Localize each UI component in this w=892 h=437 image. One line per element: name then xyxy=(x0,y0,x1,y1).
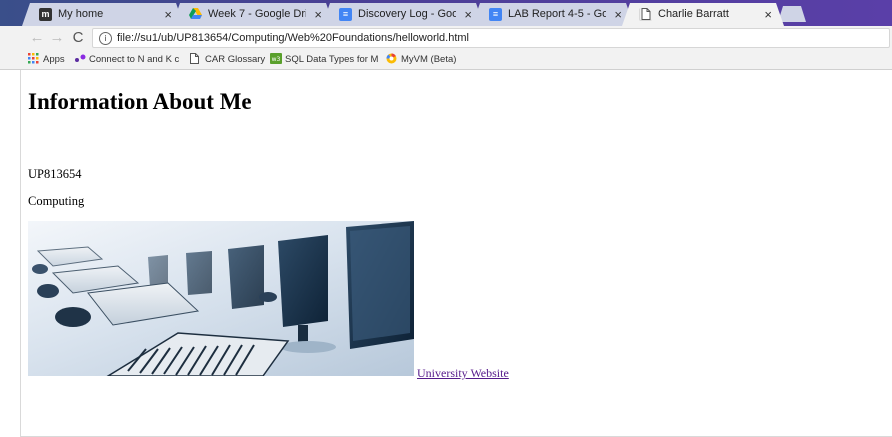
url-text[interactable]: file://su1/ub/UP813654/Computing/Web%20F… xyxy=(117,29,469,47)
bookmark-connect[interactable]: Connect to N and K c xyxy=(74,50,179,69)
tab-week7-drive[interactable]: Week 7 - Google Drive × xyxy=(172,3,334,26)
bookmark-label: CAR Glossary xyxy=(205,54,266,65)
tab-my-home[interactable]: m My home × xyxy=(22,3,184,26)
new-tab-button[interactable] xyxy=(778,6,806,22)
connect-icon xyxy=(74,52,86,63)
forward-button[interactable]: → xyxy=(48,29,66,47)
tab-title: Discovery Log - Google S xyxy=(358,8,456,20)
tab-lab-report[interactable]: ≡ LAB Report 4-5 - Google × xyxy=(472,3,634,26)
page-heading: Information About Me xyxy=(28,89,252,114)
page-icon xyxy=(190,52,201,64)
close-tab-icon[interactable]: × xyxy=(464,3,472,26)
bookmark-label: Connect to N and K c xyxy=(89,54,180,65)
computer-lab-image xyxy=(28,221,414,376)
address-bar[interactable]: i file://su1/ub/UP813654/Computing/Web%2… xyxy=(92,28,890,48)
bookmark-apps[interactable]: Apps xyxy=(28,50,65,69)
sql-icon: w3 xyxy=(270,52,282,64)
browser-toolbar: ← → C i file://su1/ub/UP813654/Computing… xyxy=(0,26,892,50)
tab-strip: m My home × Week 7 - Google Drive × ≡ Di… xyxy=(0,0,892,26)
moodle-icon: m xyxy=(39,8,52,21)
close-tab-icon[interactable]: × xyxy=(314,3,322,26)
google-docs-icon: ≡ xyxy=(339,8,352,21)
close-tab-icon[interactable]: × xyxy=(614,3,622,26)
university-website-link[interactable]: University Website xyxy=(417,366,509,381)
tab-discovery-log[interactable]: ≡ Discovery Log - Google S × xyxy=(322,3,484,26)
svg-text:w3: w3 xyxy=(272,56,281,63)
course-name: Computing xyxy=(28,194,85,208)
bookmark-label: SQL Data Types for M xyxy=(285,54,379,65)
google-docs-icon: ≡ xyxy=(489,8,502,21)
page-content: Information About Me UP813654 Computing xyxy=(20,70,892,437)
tab-title: LAB Report 4-5 - Google xyxy=(508,8,606,20)
info-icon[interactable]: i xyxy=(99,32,112,45)
tab-title: Week 7 - Google Drive xyxy=(208,8,306,20)
google-drive-icon xyxy=(189,8,202,21)
tab-title: My home xyxy=(58,8,104,20)
student-id: UP813654 xyxy=(28,167,82,181)
tab-charlie-barratt[interactable]: Charlie Barratt × xyxy=(622,3,784,26)
bookmark-myvm[interactable]: MyVM (Beta) xyxy=(386,50,456,69)
bookmark-sql-types[interactable]: w3 SQL Data Types for M xyxy=(270,50,378,69)
close-tab-icon[interactable]: × xyxy=(164,3,172,26)
bookmark-label: Apps xyxy=(43,54,65,65)
apps-icon xyxy=(28,52,39,64)
bookmark-label: MyVM (Beta) xyxy=(401,54,457,65)
page-icon xyxy=(639,8,652,21)
bookmarks-bar: Apps Connect to N and K c CAR Glossary w… xyxy=(0,50,892,70)
close-tab-icon[interactable]: × xyxy=(764,3,772,26)
tab-title: Charlie Barratt xyxy=(658,8,729,20)
bookmark-car-glossary[interactable]: CAR Glossary xyxy=(190,50,265,69)
back-button[interactable]: ← xyxy=(28,29,46,47)
myvm-icon xyxy=(386,52,397,64)
reload-button[interactable]: C xyxy=(69,29,87,47)
